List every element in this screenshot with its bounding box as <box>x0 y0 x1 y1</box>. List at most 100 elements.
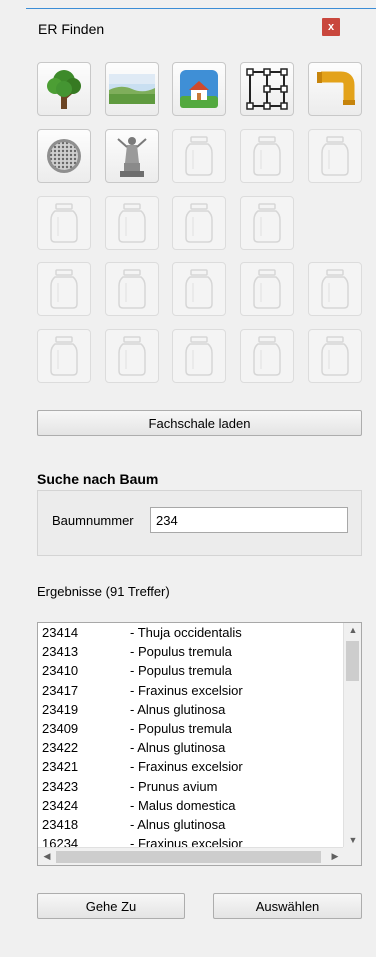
scroll-down-icon[interactable]: ▼ <box>344 835 361 845</box>
scrollbar-corner <box>343 847 361 865</box>
scroll-right-icon[interactable]: ▶ <box>326 851 344 862</box>
result-number: 23419 <box>42 701 79 717</box>
results-list-area: 23414 - Thuja occidentalis 23413 - Populus … <box>38 623 344 847</box>
list-item[interactable]: 23418 - Alnus glutinosa <box>38 815 344 834</box>
polygon-grid-icon <box>246 68 288 110</box>
jar-icon <box>47 268 81 310</box>
scroll-left-icon[interactable]: ◀ <box>38 851 56 862</box>
layer-button-16 <box>105 262 159 316</box>
jar-icon <box>182 268 216 310</box>
result-species: - Populus tremula <box>130 663 232 679</box>
jar-icon <box>115 335 149 377</box>
landscape-icon <box>109 74 155 104</box>
jar-icon <box>318 335 352 377</box>
jar-icon <box>115 268 149 310</box>
layer-button-17 <box>172 262 226 316</box>
list-item[interactable]: 23424 - Malus domestica <box>38 796 344 815</box>
jar-icon <box>182 202 216 244</box>
result-species: - Alnus glutinosa <box>130 740 226 756</box>
close-button[interactable]: x <box>322 18 340 36</box>
result-species: - Alnus glutinosa <box>130 701 226 717</box>
result-species: - Fraxinus excelsior <box>130 759 243 775</box>
layer-button-5[interactable] <box>308 62 362 116</box>
jar-icon <box>250 135 284 177</box>
list-item[interactable]: 23413 - Populus tremula <box>38 642 344 661</box>
layer-button-7[interactable] <box>105 129 159 183</box>
layer-button-8 <box>172 129 226 183</box>
result-species: - Populus tremula <box>130 644 232 660</box>
jar-icon <box>47 202 81 244</box>
list-item[interactable]: 23423 - Prunus avium <box>38 777 344 796</box>
jar-icon <box>250 202 284 244</box>
result-number: 23414 <box>42 625 79 640</box>
result-number: 23417 <box>42 682 79 698</box>
result-number: 23418 <box>42 816 79 832</box>
result-number: 23422 <box>42 740 79 756</box>
tree-number-input[interactable] <box>150 507 348 533</box>
horizontal-scroll-thumb[interactable] <box>56 851 321 863</box>
jar-icon <box>115 202 149 244</box>
horizontal-scrollbar[interactable]: ◀ ▶ <box>38 847 344 865</box>
results-list[interactable]: 23414 - Thuja occidentalis 23413 - Populus … <box>37 622 362 866</box>
list-item[interactable]: 23419 - Alnus glutinosa <box>38 700 344 719</box>
layer-button-9 <box>240 129 294 183</box>
layer-button-22 <box>172 329 226 383</box>
layer-button-15 <box>37 262 91 316</box>
vertical-scrollbar[interactable]: ▲ ▼ <box>343 623 361 847</box>
tree-icon <box>44 67 84 111</box>
result-number: 23409 <box>42 720 79 736</box>
layer-button-11 <box>37 196 91 250</box>
layer-button-13 <box>172 196 226 250</box>
layer-button-6[interactable] <box>37 129 91 183</box>
list-item[interactable]: 16234 - Fraxinus excelsior <box>38 834 344 847</box>
manhole-cover-icon <box>45 137 83 175</box>
tree-number-label: Baumnummer <box>52 513 134 528</box>
jar-icon <box>47 335 81 377</box>
result-number: 23424 <box>42 797 79 813</box>
list-item[interactable]: 23422 - Alnus glutinosa <box>38 738 344 757</box>
jar-icon <box>318 268 352 310</box>
result-number: 23423 <box>42 778 79 794</box>
window-title: ER Finden <box>38 21 105 37</box>
list-item[interactable]: 23417 - Fraxinus excelsior <box>38 681 344 700</box>
jar-icon <box>318 135 352 177</box>
pipe-icon <box>315 69 355 109</box>
result-species: - Fraxinus excelsior <box>130 836 243 847</box>
statue-icon <box>112 133 152 179</box>
result-number: 16234 <box>42 836 79 847</box>
select-button[interactable]: Auswählen <box>213 893 362 919</box>
load-fachschale-button[interactable]: Fachschale laden <box>37 410 362 436</box>
search-section-title: Suche nach Baum <box>37 471 159 487</box>
jar-icon <box>182 135 216 177</box>
layer-button-12 <box>105 196 159 250</box>
result-species: - Alnus glutinosa <box>130 816 226 832</box>
result-species: - Fraxinus excelsior <box>130 682 243 698</box>
layer-button-19 <box>308 262 362 316</box>
jar-icon <box>250 268 284 310</box>
results-label: Ergebnisse (91 Treffer) <box>37 584 170 599</box>
list-item[interactable]: 23421 - Fraxinus excelsior <box>38 757 344 776</box>
result-number: 23410 <box>42 663 79 679</box>
list-item[interactable]: 23410 - Populus tremula <box>38 661 344 680</box>
list-item[interactable]: 23414 - Thuja occidentalis <box>38 623 344 642</box>
result-species: - Malus domestica <box>130 797 236 813</box>
layer-button-14 <box>240 196 294 250</box>
layer-button-21 <box>105 329 159 383</box>
house-icon <box>180 70 218 108</box>
goto-button[interactable]: Gehe Zu <box>37 893 185 919</box>
scroll-up-icon[interactable]: ▲ <box>344 625 361 635</box>
layer-button-18 <box>240 262 294 316</box>
result-number: 23421 <box>42 759 79 775</box>
vertical-scroll-thumb[interactable] <box>346 641 359 681</box>
jar-icon <box>250 335 284 377</box>
result-number: 23413 <box>42 644 79 660</box>
result-species: - Populus tremula <box>130 720 232 736</box>
result-species: - Thuja occidentalis <box>130 625 242 640</box>
layer-button-1[interactable] <box>37 62 91 116</box>
layer-button-2[interactable] <box>105 62 159 116</box>
layer-button-4[interactable] <box>240 62 294 116</box>
layer-button-23 <box>240 329 294 383</box>
list-item[interactable]: 23409 - Populus tremula <box>38 719 344 738</box>
layer-button-20 <box>37 329 91 383</box>
layer-button-3[interactable] <box>172 62 226 116</box>
